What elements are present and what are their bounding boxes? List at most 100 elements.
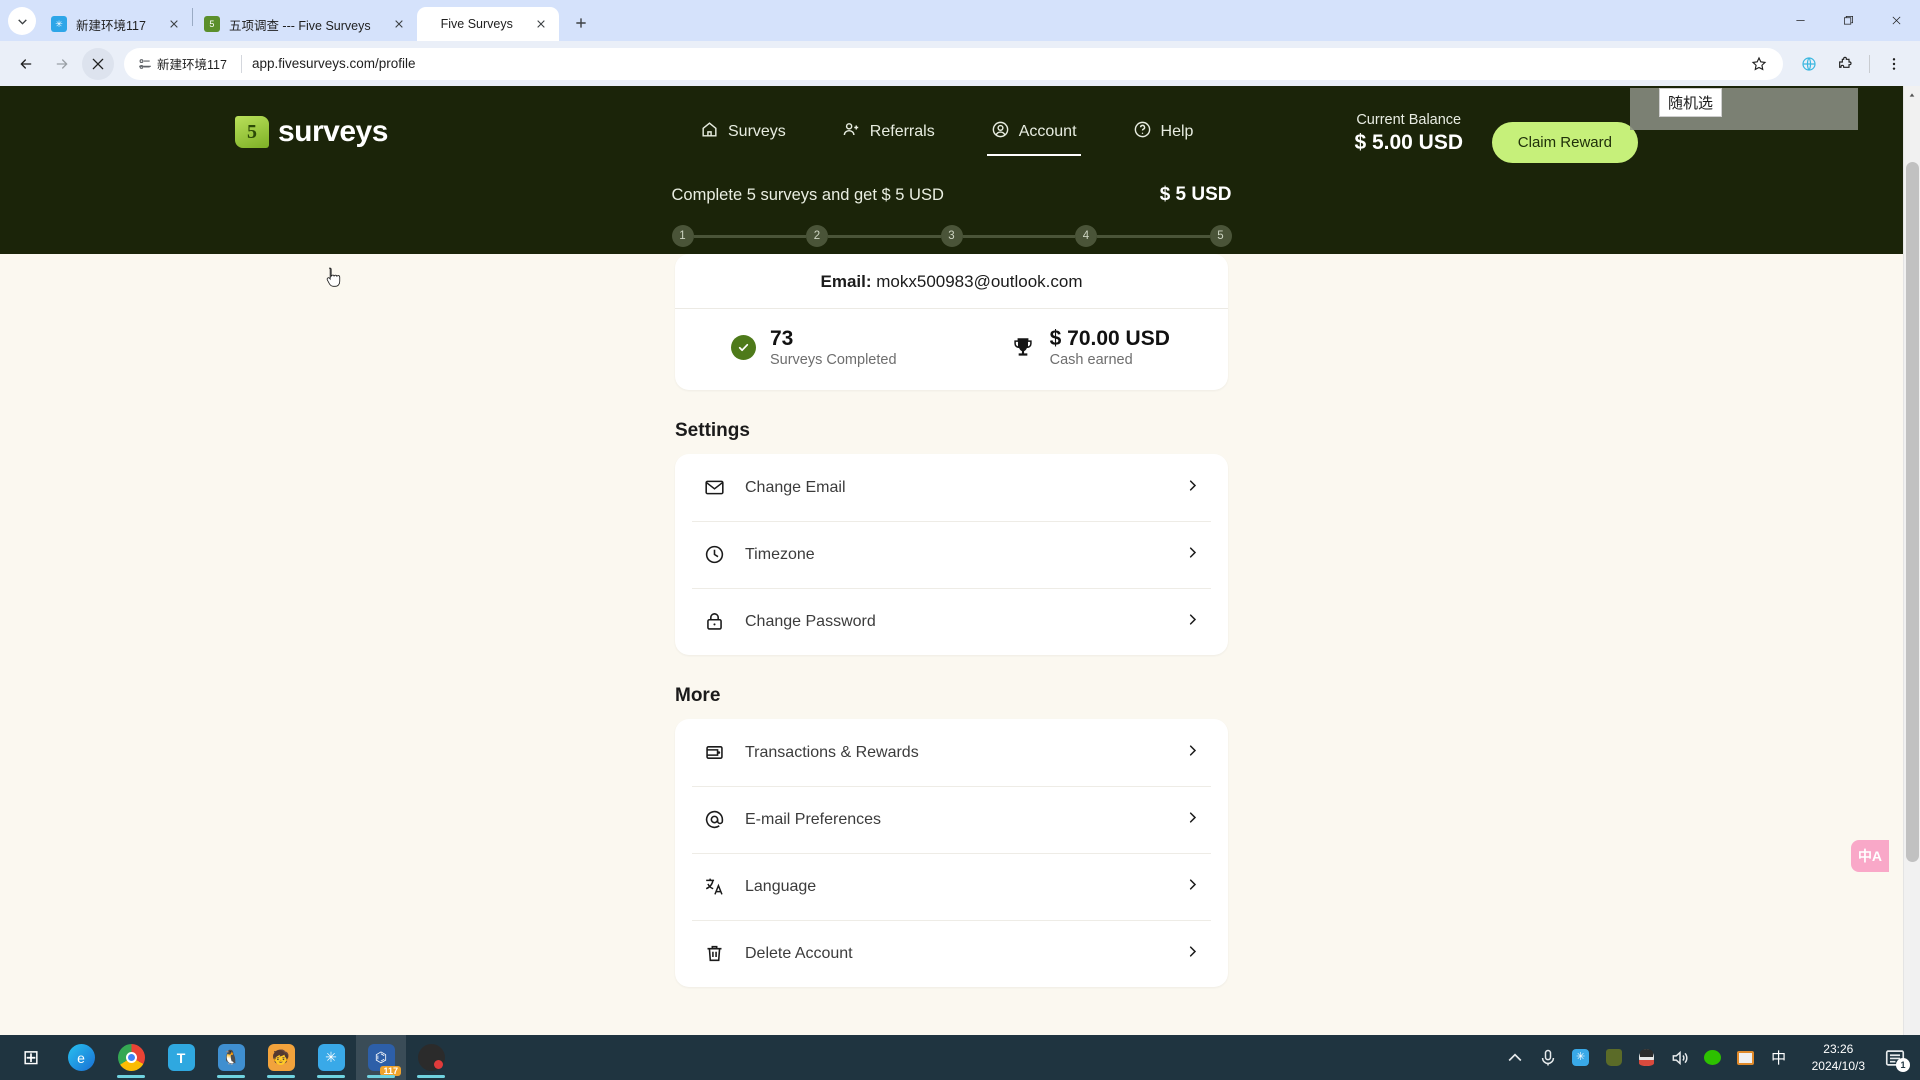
site-navbar: 5 surveys Surveys Referrals Account Help… <box>0 86 1903 178</box>
nav-label: Referrals <box>869 123 935 140</box>
step-line <box>693 234 806 238</box>
taskbar-app-edge[interactable]: e <box>56 1035 106 1080</box>
tab-search-button[interactable] <box>8 7 36 35</box>
minimize-icon[interactable] <box>1776 0 1824 41</box>
more-heading: More <box>675 685 721 707</box>
chevron-right-icon <box>1185 810 1200 830</box>
kebab-menu-icon[interactable] <box>1878 48 1910 80</box>
chevron-right-icon <box>1185 743 1200 763</box>
back-icon[interactable] <box>10 48 42 80</box>
lock-icon <box>703 611 725 633</box>
random-select-tooltip: 随机选 <box>1658 88 1722 117</box>
chevron-right-icon <box>1185 877 1200 897</box>
step-dot-4: 4 <box>1075 225 1097 247</box>
tab-title: Five Surveys <box>440 17 513 31</box>
taskbar-app-penguin[interactable]: 🐧 <box>206 1035 256 1080</box>
progress-header: Complete 5 surveys and get $ 5 USD $ 5 U… <box>672 184 1232 206</box>
system-tray: ✳ 中 23:26 2024/10/3 1 <box>1505 1041 1920 1073</box>
puzzle-icon[interactable] <box>1829 48 1861 80</box>
stop-loading-icon[interactable] <box>82 47 114 80</box>
settings-row-change-email[interactable]: Change Email <box>675 454 1228 521</box>
tray-expand-icon[interactable] <box>1505 1048 1525 1068</box>
cat-app-icon[interactable] <box>1604 1048 1624 1068</box>
browser-tab-2[interactable]: 5 五项调查 --- Five Surveys <box>193 7 417 41</box>
qq-icon[interactable] <box>1637 1048 1657 1068</box>
balance-label: Current Balance <box>1356 112 1462 128</box>
more-row-email-preferences[interactable]: E-mail Preferences <box>675 786 1228 853</box>
wechat-icon[interactable] <box>1703 1048 1723 1068</box>
profile-chip-label: 新建环境117 <box>157 58 227 72</box>
tab-title: 五项调查 --- Five Surveys <box>228 18 371 33</box>
close-icon[interactable] <box>164 14 184 34</box>
site-logo[interactable]: 5 surveys <box>235 115 388 149</box>
maximize-icon[interactable] <box>1824 0 1872 41</box>
email-value: mokx500983@outlook.com <box>876 272 1083 291</box>
new-tab-button[interactable] <box>567 9 595 37</box>
volume-icon[interactable] <box>1670 1048 1690 1068</box>
tab-strip: ✳ 新建环境117 5 五项调查 --- Five Surveys Five S… <box>0 0 1920 41</box>
translate-floating-button[interactable]: 中A <box>1851 840 1889 872</box>
nav-label: Help <box>1160 123 1194 140</box>
network-tray-icon[interactable]: ✳ <box>1571 1048 1591 1068</box>
settings-heading: Settings <box>675 420 750 442</box>
scrollbar-thumb[interactable] <box>1906 162 1919 862</box>
taskbar-clock[interactable]: 23:26 2024/10/3 <box>1812 1041 1865 1073</box>
app-running-indicator <box>367 1075 395 1078</box>
start-button[interactable]: ⊞ <box>6 1035 56 1080</box>
browser-tab-3[interactable]: Five Surveys <box>416 7 559 41</box>
taskbar-app-browser-profile[interactable]: ⌬ 117 <box>356 1035 406 1080</box>
more-row-transactions-rewards[interactable]: Transactions & Rewards <box>675 719 1228 786</box>
close-icon[interactable] <box>531 14 551 34</box>
ime-indicator[interactable]: 中 <box>1769 1048 1789 1068</box>
page-scrollbar[interactable] <box>1903 86 1920 1080</box>
taskbar-app-game[interactable]: 🧒 <box>256 1035 306 1080</box>
game-icon: 🧒 <box>267 1044 295 1071</box>
network-icon: ✳ <box>51 16 67 32</box>
tab-title: 新建环境117 <box>76 18 146 33</box>
close-icon[interactable] <box>389 14 409 34</box>
profile-chip[interactable]: 新建环境117 <box>136 54 235 73</box>
progress-amount: $ 5 USD <box>1159 184 1232 205</box>
microphone-icon[interactable] <box>1538 1048 1558 1068</box>
settings-row-change-password[interactable]: Change Password <box>675 588 1228 655</box>
browser-tab-1[interactable]: ✳ 新建环境117 <box>40 7 192 41</box>
progress-title: Complete 5 surveys and get $ 5 USD <box>671 186 944 204</box>
star-icon[interactable] <box>1743 48 1775 80</box>
nav-item-referrals[interactable]: Referrals <box>842 86 935 178</box>
settings-row-timezone[interactable]: Timezone <box>675 521 1228 588</box>
nav-item-help[interactable]: Help <box>1133 86 1194 178</box>
taskbar-app-chrome[interactable] <box>106 1035 156 1080</box>
claim-reward-button[interactable]: Claim Reward <box>1491 122 1638 163</box>
at-sign-icon <box>703 809 725 831</box>
nav-item-surveys[interactable]: Surveys <box>700 86 786 178</box>
network-icon: ✳ <box>317 1044 345 1071</box>
row-label: Timezone <box>745 545 815 563</box>
forward-icon[interactable] <box>46 48 78 80</box>
nav-label: Surveys <box>728 123 786 140</box>
taskbar-app-text-tool[interactable]: T <box>156 1035 206 1080</box>
window-controls <box>1776 0 1920 41</box>
more-row-language[interactable]: Language <box>675 853 1228 920</box>
translate-icon <box>703 876 725 898</box>
nav-label: Account <box>1018 123 1077 140</box>
user-plus-icon <box>842 120 861 144</box>
progress-steps: 1 2 3 4 5 <box>671 225 1232 247</box>
step-dot-3: 3 <box>940 225 963 247</box>
globe-icon[interactable] <box>1793 48 1825 80</box>
scroll-up-icon[interactable] <box>1904 86 1920 103</box>
trash-icon <box>703 943 725 965</box>
more-row-delete-account[interactable]: Delete Account <box>675 920 1228 987</box>
row-label: E-mail Preferences <box>745 810 882 828</box>
omnibox-divider <box>240 54 242 73</box>
email-label: Email: <box>820 272 872 291</box>
taskbar-app-network[interactable]: ✳ <box>306 1035 356 1080</box>
address-bar[interactable]: 新建环境117 app.fivesurveys.com/profile <box>124 47 1783 80</box>
toolbar-right <box>1791 48 1912 80</box>
close-window-icon[interactable] <box>1872 0 1920 41</box>
taskbar-app-obs[interactable] <box>406 1035 456 1080</box>
chevron-right-icon <box>1185 545 1200 565</box>
window-app-icon[interactable] <box>1736 1048 1756 1068</box>
notification-center-icon[interactable]: 1 <box>1884 1047 1910 1072</box>
more-list: Transactions & Rewards E-mail Preference… <box>675 719 1228 988</box>
nav-item-account[interactable]: Account <box>986 86 1081 178</box>
